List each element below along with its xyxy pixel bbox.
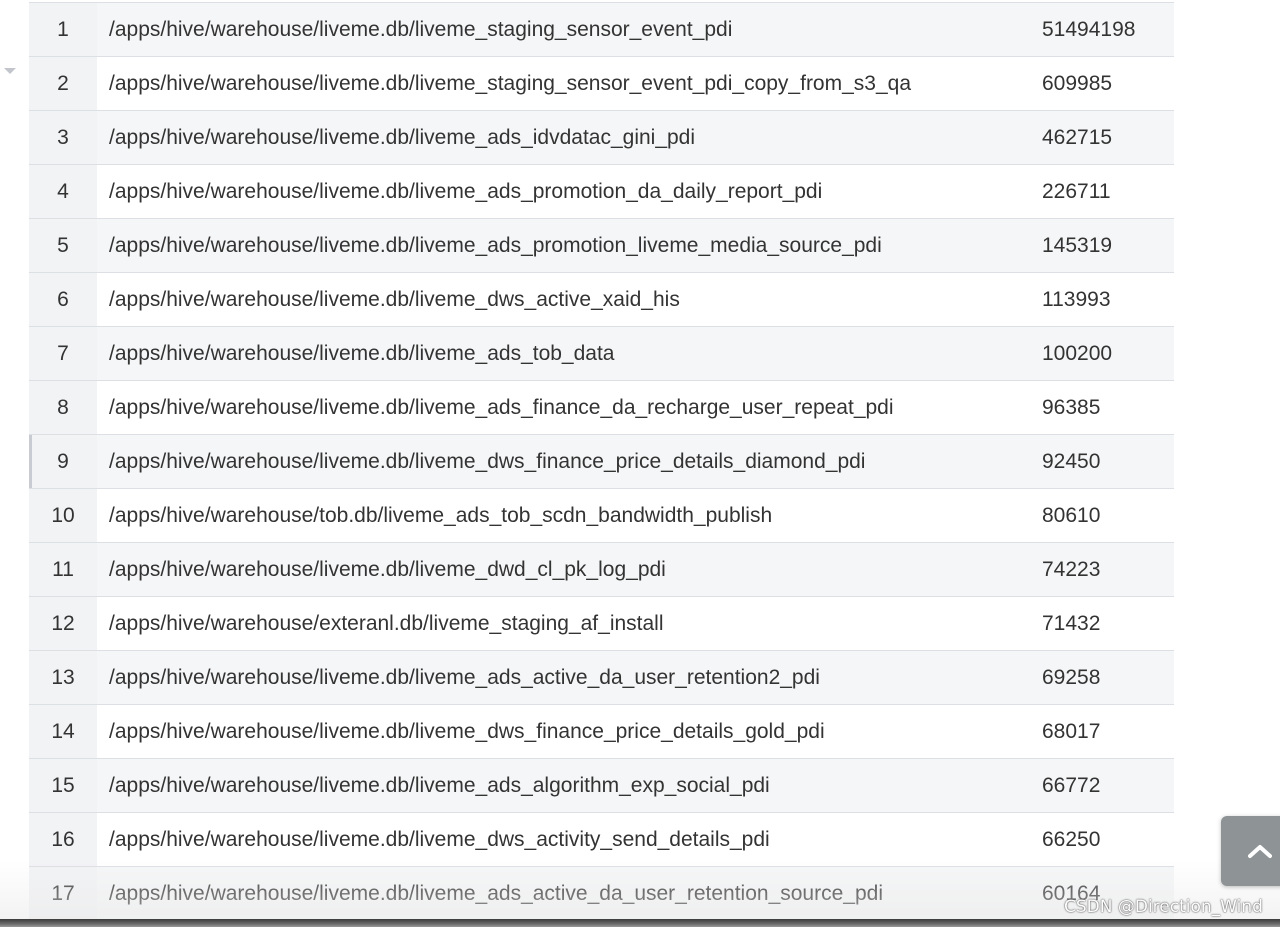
path-cell: /apps/hive/warehouse/liveme.db/liveme_dw… — [97, 272, 1029, 327]
table-row-selected[interactable]: 9 /apps/hive/warehouse/liveme.db/liveme_… — [29, 434, 1174, 489]
table-row[interactable]: 5 /apps/hive/warehouse/liveme.db/liveme_… — [29, 218, 1174, 273]
row-index: 10 — [29, 488, 97, 543]
results-table: 1 /apps/hive/warehouse/liveme.db/liveme_… — [29, 2, 1174, 921]
path-cell: /apps/hive/warehouse/liveme.db/liveme_dw… — [97, 812, 1029, 867]
table-row[interactable]: 8 /apps/hive/warehouse/liveme.db/liveme_… — [29, 380, 1174, 435]
count-cell: 226711 — [1029, 164, 1174, 219]
path-cell: /apps/hive/warehouse/liveme.db/liveme_dw… — [97, 542, 1029, 597]
count-cell: 96385 — [1029, 380, 1174, 435]
row-index: 12 — [29, 596, 97, 651]
table-row[interactable]: 14 /apps/hive/warehouse/liveme.db/liveme… — [29, 704, 1174, 759]
row-index: 7 — [29, 326, 97, 381]
table-row[interactable]: 13 /apps/hive/warehouse/liveme.db/liveme… — [29, 650, 1174, 705]
count-cell: 609985 — [1029, 56, 1174, 111]
count-cell: 66772 — [1029, 758, 1174, 813]
table-row[interactable]: 10 /apps/hive/warehouse/tob.db/liveme_ad… — [29, 488, 1174, 543]
scroll-to-top-button[interactable] — [1221, 816, 1280, 886]
row-index: 2 — [29, 56, 97, 111]
row-index: 14 — [29, 704, 97, 759]
path-cell: /apps/hive/warehouse/liveme.db/liveme_st… — [97, 56, 1029, 111]
table-row[interactable]: 11 /apps/hive/warehouse/liveme.db/liveme… — [29, 542, 1174, 597]
watermark: CSDN @Direction_Wind — [1064, 897, 1263, 917]
table-row[interactable]: 16 /apps/hive/warehouse/liveme.db/liveme… — [29, 812, 1174, 867]
table-row[interactable]: 1 /apps/hive/warehouse/liveme.db/liveme_… — [29, 2, 1174, 57]
table-row[interactable]: 2 /apps/hive/warehouse/liveme.db/liveme_… — [29, 56, 1174, 111]
path-cell: /apps/hive/warehouse/liveme.db/liveme_ad… — [97, 326, 1029, 381]
row-index: 4 — [29, 164, 97, 219]
count-cell: 462715 — [1029, 110, 1174, 165]
table-row[interactable]: 7 /apps/hive/warehouse/liveme.db/liveme_… — [29, 326, 1174, 381]
count-cell: 145319 — [1029, 218, 1174, 273]
row-index: 8 — [29, 380, 97, 435]
path-cell: /apps/hive/warehouse/exteranl.db/liveme_… — [97, 596, 1029, 651]
row-index: 13 — [29, 650, 97, 705]
path-cell: /apps/hive/warehouse/tob.db/liveme_ads_t… — [97, 488, 1029, 543]
row-index: 6 — [29, 272, 97, 327]
row-index: 9 — [29, 434, 97, 489]
path-cell: /apps/hive/warehouse/liveme.db/liveme_ad… — [97, 164, 1029, 219]
count-cell: 68017 — [1029, 704, 1174, 759]
table-row[interactable]: 3 /apps/hive/warehouse/liveme.db/liveme_… — [29, 110, 1174, 165]
table-row[interactable]: 4 /apps/hive/warehouse/liveme.db/liveme_… — [29, 164, 1174, 219]
table-row[interactable]: 15 /apps/hive/warehouse/liveme.db/liveme… — [29, 758, 1174, 813]
chevron-up-icon — [1248, 845, 1272, 858]
row-index: 5 — [29, 218, 97, 273]
table-row[interactable]: 6 /apps/hive/warehouse/liveme.db/liveme_… — [29, 272, 1174, 327]
count-cell: 100200 — [1029, 326, 1174, 381]
table-row[interactable]: 12 /apps/hive/warehouse/exteranl.db/live… — [29, 596, 1174, 651]
caret-down-icon[interactable] — [4, 68, 16, 74]
row-index: 16 — [29, 812, 97, 867]
count-cell: 69258 — [1029, 650, 1174, 705]
count-cell: 74223 — [1029, 542, 1174, 597]
path-cell: /apps/hive/warehouse/liveme.db/liveme_ad… — [97, 758, 1029, 813]
path-cell: /apps/hive/warehouse/liveme.db/liveme_dw… — [97, 704, 1029, 759]
row-index: 1 — [29, 2, 97, 57]
count-cell: 113993 — [1029, 272, 1174, 327]
path-cell: /apps/hive/warehouse/liveme.db/liveme_ad… — [97, 866, 1029, 921]
row-index: 11 — [29, 542, 97, 597]
row-index: 15 — [29, 758, 97, 813]
row-index: 17 — [29, 866, 97, 921]
path-cell: /apps/hive/warehouse/liveme.db/liveme_st… — [97, 2, 1029, 57]
count-cell: 66250 — [1029, 812, 1174, 867]
path-cell: /apps/hive/warehouse/liveme.db/liveme_ad… — [97, 650, 1029, 705]
path-cell: /apps/hive/warehouse/liveme.db/liveme_ad… — [97, 218, 1029, 273]
path-cell: /apps/hive/warehouse/liveme.db/liveme_ad… — [97, 380, 1029, 435]
row-index: 3 — [29, 110, 97, 165]
path-cell: /apps/hive/warehouse/liveme.db/liveme_ad… — [97, 110, 1029, 165]
count-cell: 80610 — [1029, 488, 1174, 543]
count-cell: 71432 — [1029, 596, 1174, 651]
bottom-edge — [0, 919, 1280, 927]
count-cell: 51494198 — [1029, 2, 1174, 57]
count-cell: 92450 — [1029, 434, 1174, 489]
table-row[interactable]: 17 /apps/hive/warehouse/liveme.db/liveme… — [29, 866, 1174, 921]
path-cell: /apps/hive/warehouse/liveme.db/liveme_dw… — [97, 434, 1029, 489]
